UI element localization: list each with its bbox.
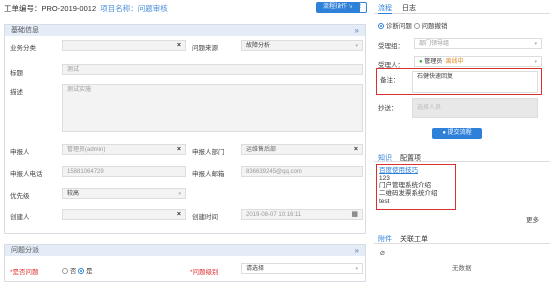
chevron-down-icon: ▾: [534, 59, 537, 65]
panel-title: 基础信息: [11, 27, 39, 34]
desc-textarea[interactable]: 测试实施: [62, 84, 363, 132]
clear-icon[interactable]: ×: [177, 210, 181, 220]
cc-label: 抄送：: [378, 105, 398, 112]
source-label: 问题来源: [192, 45, 218, 52]
tab-config[interactable]: 配置项: [400, 153, 421, 163]
empty-text: 无数据: [452, 265, 472, 272]
radio-diagnose[interactable]: [378, 23, 384, 30]
clear-icon[interactable]: ×: [177, 41, 181, 51]
business-label: 业务分类: [10, 45, 36, 52]
subject-label: 标题: [10, 70, 23, 77]
chevron-down-icon: ▾: [534, 41, 537, 47]
knowledge-link[interactable]: test: [379, 198, 438, 206]
chevron-down-icon: ▾: [355, 43, 358, 49]
note-label: 备注：: [380, 77, 400, 84]
tab-flow[interactable]: 流程: [378, 3, 392, 14]
project-name: 项目名称：问题审核: [100, 4, 168, 13]
clear-icon[interactable]: ×: [177, 145, 181, 155]
submit-flow-button[interactable]: ● 提交流程: [432, 128, 482, 139]
tab-knowledge[interactable]: 知识: [378, 153, 392, 163]
save-icon: 🖫: [342, 5, 348, 11]
created-field[interactable]: 2019-08-07 10:16:11 ▦: [241, 209, 363, 220]
yes-no-radios[interactable]: 否 是: [62, 265, 92, 275]
creator-field[interactable]: ×: [62, 209, 186, 220]
calendar-icon[interactable]: ▦: [351, 210, 358, 220]
submit-icon: ●: [442, 130, 446, 136]
tab-related[interactable]: 关联工单: [400, 234, 428, 244]
is-problem-label: *是否问题: [10, 269, 39, 276]
reporter-label: 申报人: [10, 149, 30, 156]
email-field[interactable]: 836639245@qq.com: [241, 166, 363, 177]
collapse-icon[interactable]: »: [355, 245, 359, 256]
toolbar: 工单编号：PRO-2019-0012 项目名称：问题审核 流程操作 ∨: [0, 0, 366, 16]
online-dot-icon: ●: [419, 59, 423, 65]
more-link[interactable]: 更多: [526, 214, 539, 224]
email-label: 申报人邮箱: [192, 171, 225, 178]
chevron-down-icon: ▾: [355, 266, 358, 272]
dept-field[interactable]: 运维售后部 ×: [241, 144, 363, 155]
source-select[interactable]: 故障分析 ▾: [241, 40, 363, 51]
created-label: 创建时间: [192, 214, 218, 221]
tab-log[interactable]: 日志: [402, 3, 416, 13]
knowledge-link[interactable]: 二维码发票系统介绍: [379, 190, 438, 198]
priority-label: 优先级: [10, 193, 30, 200]
phone-field[interactable]: 15881064729: [62, 166, 186, 177]
ticket-number: 工单编号：PRO-2019-0012: [4, 4, 97, 13]
collapse-icon[interactable]: »: [355, 25, 359, 36]
reporter-field[interactable]: 管理员(admin) ×: [62, 144, 186, 155]
save-outline-button[interactable]: 🖫 保存: [337, 2, 367, 13]
knowledge-link[interactable]: 门户管理系统介绍: [379, 182, 438, 190]
phone-label: 申报人电话: [10, 171, 43, 178]
chevron-down-icon: ▾: [178, 191, 181, 197]
knowledge-link[interactable]: 百度使用技巧: [379, 167, 438, 175]
business-field[interactable]: ×: [62, 40, 186, 51]
dept-label: 申报人部门: [192, 149, 225, 156]
priority-select[interactable]: 较高 ▾: [62, 188, 186, 199]
cc-field[interactable]: 选择人员: [412, 98, 538, 118]
desc-label: 描述: [10, 89, 23, 96]
panel-title: 问题分派: [11, 247, 39, 254]
clear-icon[interactable]: ×: [354, 145, 358, 155]
level-select[interactable]: 请选择 ▾: [241, 263, 363, 274]
level-label: *问题级别: [190, 269, 219, 276]
handler-group-select[interactable]: 部门领导组 ▾: [414, 38, 542, 49]
creator-label: 创建人: [10, 214, 30, 221]
right-panel: 流程 日志 诊断问题 问题撤销 受理组： 部门领导组 ▾ 受理人： ● 管理员 离…: [374, 0, 550, 282]
radio-yes[interactable]: [78, 268, 85, 275]
handler-select[interactable]: ● 管理员 离线中 ▾: [414, 56, 542, 67]
note-textarea[interactable]: 石健快速回复: [412, 71, 538, 93]
radio-cancel[interactable]: [413, 23, 420, 30]
tab-attachments[interactable]: 附件: [378, 234, 392, 244]
subject-input[interactable]: 测试: [62, 64, 363, 75]
handler-group-label: 受理组：: [378, 43, 404, 50]
paperclip-icon[interactable]: ⌀: [380, 248, 385, 257]
radio-no[interactable]: [62, 268, 68, 275]
